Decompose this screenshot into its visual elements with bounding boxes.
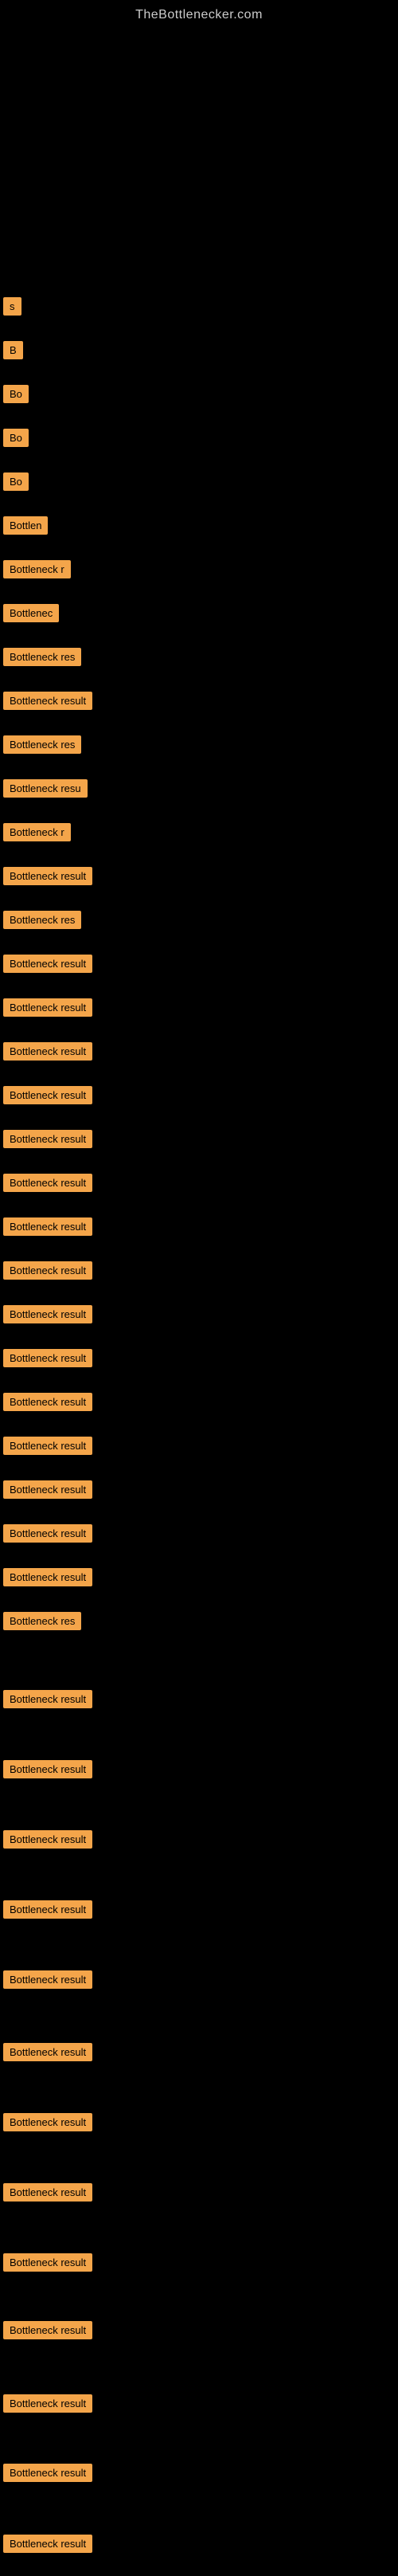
bottleneck-item: Bottlenec <box>3 604 59 622</box>
bottleneck-item: Bottleneck result <box>3 1524 92 1543</box>
bottleneck-item: Bottleneck result <box>3 1900 92 1919</box>
bottleneck-item: Bottleneck result <box>3 1261 92 1280</box>
bottleneck-item: Bottleneck result <box>3 1217 92 1236</box>
bottleneck-item: Bottleneck resu <box>3 779 88 798</box>
bottleneck-item: Bottleneck result <box>3 2464 92 2482</box>
bottleneck-item: s <box>3 297 21 316</box>
bottleneck-item: Bottleneck result <box>3 1393 92 1411</box>
bottleneck-item: Bottleneck result <box>3 998 92 1017</box>
bottleneck-item: Bottleneck result <box>3 1086 92 1104</box>
bottleneck-item: Bottleneck result <box>3 1174 92 1192</box>
bottleneck-item: Bo <box>3 385 29 403</box>
bottleneck-item: Bottleneck result <box>3 1690 92 1708</box>
bottleneck-item: Bottleneck result <box>3 2394 92 2413</box>
bottleneck-item: Bottleneck result <box>3 1480 92 1499</box>
items-container: s B Bo Bo Bo Bottlen Bottleneck r Bottlenec Bott… <box>0 26 398 2576</box>
bottleneck-item: Bottleneck res <box>3 911 81 929</box>
site-title: TheBottlenecker.com <box>0 0 398 26</box>
bottleneck-item: Bottleneck result <box>3 1042 92 1061</box>
bottleneck-item: Bo <box>3 429 29 447</box>
bottleneck-item: Bottleneck res <box>3 735 81 754</box>
bottleneck-item: Bottleneck result <box>3 1349 92 1367</box>
bottleneck-item: Bottleneck result <box>3 1305 92 1323</box>
bottleneck-item: Bottleneck result <box>3 2183 92 2202</box>
bottleneck-item: Bottleneck result <box>3 1970 92 1989</box>
bottleneck-item: Bottleneck result <box>3 1130 92 1148</box>
bottleneck-item: Bottlen <box>3 516 48 535</box>
bottleneck-item: Bottleneck result <box>3 2535 92 2553</box>
bottleneck-item: Bottleneck result <box>3 1760 92 1778</box>
bottleneck-item: Bottleneck res <box>3 648 81 666</box>
bottleneck-item: Bottleneck result <box>3 867 92 885</box>
bottleneck-item: Bottleneck result <box>3 1830 92 1849</box>
bottleneck-item: Bottleneck result <box>3 2253 92 2272</box>
bottleneck-item: Bottleneck res <box>3 1612 81 1630</box>
bottleneck-item: Bottleneck result <box>3 2043 92 2061</box>
bottleneck-item: Bo <box>3 472 29 491</box>
bottleneck-item: Bottleneck result <box>3 1568 92 1586</box>
bottleneck-item: Bottleneck result <box>3 692 92 710</box>
page-wrapper: TheBottlenecker.com s B Bo Bo Bo Bottlen Bottl… <box>0 0 398 2576</box>
bottleneck-item: Bottleneck r <box>3 560 71 578</box>
bottleneck-item: Bottleneck result <box>3 2321 92 2339</box>
bottleneck-item: Bottleneck r <box>3 823 71 841</box>
bottleneck-item: B <box>3 341 23 359</box>
bottleneck-item: Bottleneck result <box>3 1437 92 1455</box>
bottleneck-item: Bottleneck result <box>3 955 92 973</box>
bottleneck-item: Bottleneck result <box>3 2113 92 2131</box>
